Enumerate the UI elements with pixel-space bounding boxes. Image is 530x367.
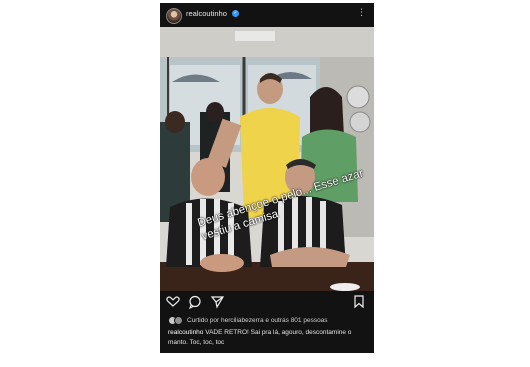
username[interactable]: realcoutinho (186, 9, 227, 18)
caption-username[interactable]: realcoutinho (168, 329, 203, 336)
avatar[interactable] (166, 8, 182, 24)
photo-illustration (160, 27, 374, 291)
instagram-post: realcoutinho ✓ ⋮ Deus abençoe o pelo... … (160, 3, 374, 353)
likes-text[interactable]: Curtido por herciliabezerra e outras 801… (187, 317, 328, 324)
more-vertical-icon[interactable]: ⋮ (357, 7, 366, 18)
post-photo[interactable]: Deus abençoe o pelo... Esse azar vestiu … (160, 27, 374, 291)
send-icon[interactable] (210, 296, 225, 309)
verified-badge-icon: ✓ (232, 10, 239, 17)
comment-icon[interactable] (189, 295, 201, 310)
bookmark-icon[interactable] (354, 295, 364, 309)
post-header: realcoutinho ✓ ⋮ (160, 3, 374, 27)
liker-avatars (168, 316, 183, 325)
likes-row: Curtido por herciliabezerra e outras 801… (168, 316, 328, 325)
action-bar (160, 291, 374, 313)
post-caption: realcoutinho VADE RETRO! Sai pra lá, ago… (168, 328, 370, 348)
heart-icon[interactable] (166, 296, 180, 307)
